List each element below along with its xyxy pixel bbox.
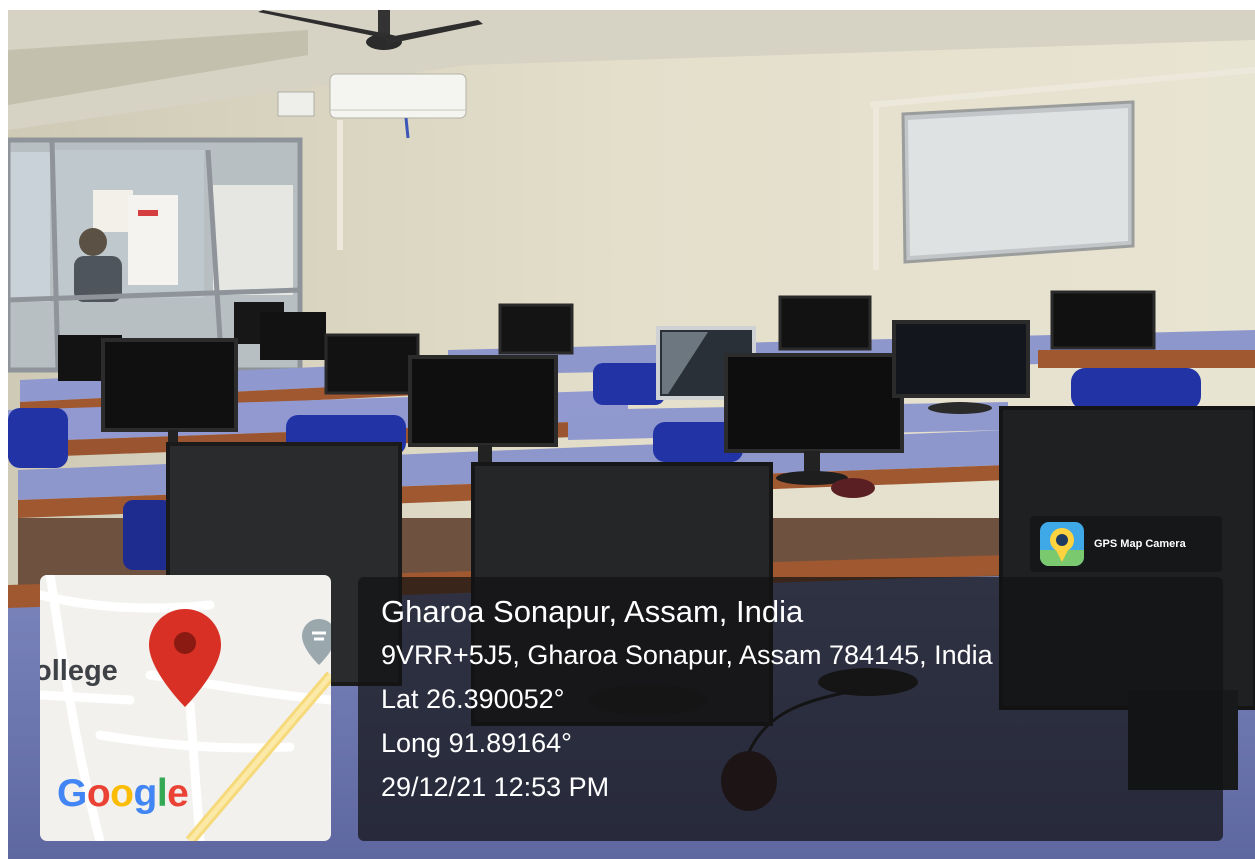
- location-pin-icon: [149, 609, 221, 707]
- google-logo-letter: l: [156, 772, 168, 815]
- poi-marker-icon: [302, 619, 331, 665]
- gps-map-camera-icon: [1040, 522, 1084, 566]
- google-logo-letter: o: [110, 772, 134, 815]
- google-logo-letter: e: [167, 772, 189, 815]
- badge-label: GPS Map Camera: [1094, 538, 1186, 550]
- location-address: 9VRR+5J5, Gharoa Sonapur, Assam 784145, …: [381, 640, 993, 670]
- google-logo: Google: [57, 772, 189, 816]
- location-info-panel: Gharoa Sonapur, Assam, India 9VRR+5J5, G…: [358, 577, 1223, 841]
- location-longitude: Long 91.89164°: [381, 728, 572, 758]
- location-title: Gharoa Sonapur, Assam, India: [381, 594, 804, 629]
- google-logo-letter: G: [57, 772, 87, 815]
- location-latitude: Lat 26.390052°: [381, 684, 565, 714]
- google-logo-letter: g: [133, 772, 158, 815]
- gps-map-camera-badge: GPS Map Camera: [1030, 516, 1222, 572]
- mouse: [831, 478, 875, 498]
- location-datetime: 29/12/21 12:53 PM: [381, 772, 610, 802]
- map-place-label: ollege: [40, 655, 118, 687]
- map-thumbnail: ollege Google: [40, 575, 331, 841]
- whiteboard: [901, 100, 1135, 264]
- google-logo-letter: o: [86, 772, 111, 815]
